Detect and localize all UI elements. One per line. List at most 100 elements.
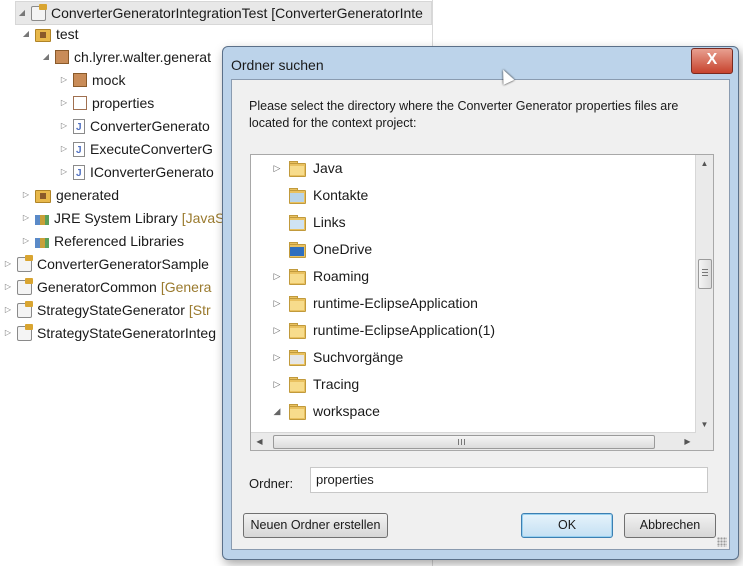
tree-item-package[interactable]: ◢ ch.lyrer.walter.generat	[40, 46, 211, 68]
folder-item-java[interactable]: ▷ Java	[251, 155, 343, 182]
close-button[interactable]: X	[691, 48, 733, 74]
expanded-arrow-icon[interactable]: ◢	[20, 23, 32, 45]
collapsed-arrow-icon[interactable]: ▷	[2, 322, 14, 344]
expanded-arrow-icon[interactable]: ◢	[40, 46, 52, 68]
horizontal-scroll-thumb[interactable]	[273, 435, 655, 449]
new-folder-button[interactable]: Neuen Ordner erstellen	[243, 513, 388, 538]
java-file-icon	[73, 140, 85, 162]
java-project-icon	[17, 277, 33, 295]
collapsed-arrow-icon[interactable]: ▷	[58, 115, 70, 137]
tree-item-generated[interactable]: ▷ generated	[20, 184, 119, 206]
folder-icon	[289, 160, 306, 177]
cancel-button[interactable]: Abbrechen	[624, 513, 716, 538]
tree-item-project[interactable]: ▷ ConverterGeneratorSample	[2, 253, 209, 275]
folder-field-label: Ordner:	[249, 476, 294, 491]
tree-item-project[interactable]: ▷ StrategyStateGeneratorInteg	[2, 322, 216, 344]
folder-item-roaming[interactable]: ▷ Roaming	[251, 263, 369, 290]
collapsed-arrow-icon[interactable]: ▷	[58, 69, 70, 91]
folder-icon	[289, 295, 306, 312]
source-folder-icon	[35, 29, 51, 42]
vertical-scroll-thumb[interactable]	[698, 259, 712, 289]
collapsed-arrow-icon[interactable]: ▷	[271, 155, 283, 182]
scroll-left-icon[interactable]: ◀	[251, 433, 268, 450]
collapsed-arrow-icon[interactable]: ▷	[2, 253, 14, 275]
tree-item-label: StrategyStateGeneratorInteg	[37, 325, 216, 341]
library-icon	[35, 215, 49, 225]
resize-grip-icon[interactable]	[717, 537, 727, 547]
folder-icon	[289, 376, 306, 393]
collapsed-arrow-icon[interactable]: ▷	[58, 161, 70, 183]
java-project-icon	[17, 323, 33, 341]
tree-item-jre-library[interactable]: ▷ JRE System Library [JavaS	[20, 207, 225, 229]
collapsed-arrow-icon[interactable]: ▷	[20, 230, 32, 252]
tree-item-label: mock	[92, 72, 126, 88]
folder-item-onedrive[interactable]: OneDrive	[251, 236, 372, 263]
folder-label: Suchvorgänge	[313, 349, 404, 365]
tree-item-java-file[interactable]: ▷ ExecuteConverterG	[58, 138, 213, 162]
java-file-icon	[73, 117, 85, 139]
java-project-icon	[31, 3, 47, 21]
tree-item-label: ConverterGeneratorIntegrationTest [Conve…	[51, 5, 423, 21]
instruction-text: Please select the directory where the Co…	[249, 99, 679, 130]
source-folder-icon	[35, 190, 51, 203]
scroll-up-icon[interactable]: ▲	[696, 155, 713, 172]
tree-item-properties[interactable]: ▷ properties	[58, 92, 154, 114]
folder-item-tracing[interactable]: ▷ Tracing	[251, 371, 359, 398]
collapsed-arrow-icon[interactable]: ▷	[20, 184, 32, 206]
tree-item-label: generated	[56, 187, 120, 203]
collapsed-arrow-icon[interactable]: ▷	[271, 344, 283, 371]
tree-item-referenced-libraries[interactable]: ▷ Referenced Libraries	[20, 230, 184, 252]
folder-tree[interactable]: ▷ Java Kontakte Links OneDrive ▷ Roaming…	[250, 154, 714, 451]
folder-item-suchvorgaenge[interactable]: ▷ Suchvorgänge	[251, 344, 403, 371]
tree-item-decoration: [JavaS	[181, 210, 225, 226]
java-file-icon	[73, 163, 85, 185]
folder-label: Java	[313, 160, 343, 176]
expanded-arrow-icon[interactable]: ◢	[16, 2, 28, 24]
searches-folder-icon	[289, 349, 306, 366]
horizontal-scrollbar[interactable]: ◀ ▶	[251, 432, 696, 450]
folder-icon	[289, 322, 306, 339]
folder-item-runtime-1[interactable]: ▷ runtime-EclipseApplication(1)	[251, 317, 495, 344]
folder-label: Kontakte	[313, 187, 369, 203]
folder-label: Roaming	[313, 268, 370, 284]
ok-button[interactable]: OK	[521, 513, 613, 538]
vertical-scrollbar[interactable]: ▲ ▼	[695, 155, 713, 433]
collapsed-arrow-icon[interactable]: ▷	[271, 290, 283, 317]
tree-item-label: JRE System Library	[54, 210, 178, 226]
folder-item-links[interactable]: Links	[251, 209, 346, 236]
collapsed-arrow-icon[interactable]: ▷	[271, 317, 283, 344]
tree-item-label: IConverterGenerato	[90, 164, 214, 180]
tree-item-project[interactable]: ▷ StrategyStateGenerator [Str	[2, 299, 211, 321]
collapsed-arrow-icon[interactable]: ▷	[271, 371, 283, 398]
tree-item-label: Referenced Libraries	[54, 233, 184, 249]
scroll-right-icon[interactable]: ▶	[679, 433, 696, 450]
collapsed-arrow-icon[interactable]: ▷	[58, 138, 70, 160]
expanded-arrow-icon[interactable]: ◢	[271, 398, 283, 425]
collapsed-arrow-icon[interactable]: ▷	[271, 263, 283, 290]
tree-item-test[interactable]: ◢ test	[20, 23, 79, 45]
tree-item-project-integration-test[interactable]: ◢ ConverterGeneratorIntegrationTest [Con…	[15, 1, 432, 25]
tree-item-label: properties	[92, 95, 155, 111]
folder-label: runtime-EclipseApplication(1)	[313, 322, 496, 338]
folder-icon	[289, 403, 306, 420]
scroll-corner	[696, 433, 713, 450]
package-icon	[55, 50, 69, 64]
tree-item-java-file[interactable]: ▷ IConverterGenerato	[58, 161, 214, 185]
scroll-down-icon[interactable]: ▼	[696, 416, 713, 433]
dialog-body: Please select the directory where the Co…	[231, 79, 730, 550]
tree-item-label: ExecuteConverterG	[90, 141, 213, 157]
tree-item-label: GeneratorCommon	[37, 279, 157, 295]
folder-item-runtime[interactable]: ▷ runtime-EclipseApplication	[251, 290, 478, 317]
collapsed-arrow-icon[interactable]: ▷	[2, 299, 14, 321]
collapsed-arrow-icon[interactable]: ▷	[2, 276, 14, 298]
collapsed-arrow-icon[interactable]: ▷	[58, 92, 70, 114]
tree-item-java-file[interactable]: ▷ ConverterGenerato	[58, 115, 210, 139]
collapsed-arrow-icon[interactable]: ▷	[20, 207, 32, 229]
package-empty-icon	[73, 96, 87, 110]
tree-item-label: ch.lyrer.walter.generat	[74, 49, 211, 65]
tree-item-mock[interactable]: ▷ mock	[58, 69, 126, 91]
folder-field[interactable]: properties	[310, 467, 708, 493]
folder-item-kontakte[interactable]: Kontakte	[251, 182, 368, 209]
folder-item-workspace[interactable]: ◢ workspace	[251, 398, 380, 425]
tree-item-project[interactable]: ▷ GeneratorCommon [Genera	[2, 276, 211, 298]
